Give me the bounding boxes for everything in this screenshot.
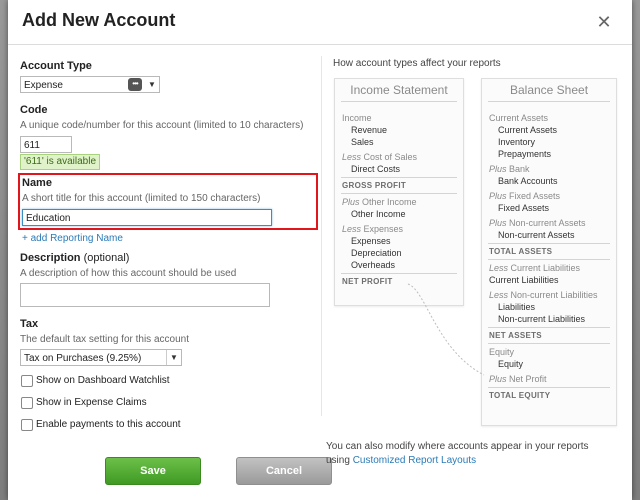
is-income: Income	[342, 113, 372, 123]
dashboard-watchlist-label: Show on Dashboard Watchlist	[36, 375, 170, 386]
bs-plus-net-profit: Plus Net Profit	[489, 374, 547, 384]
tax-hint: The default tax setting for this account	[20, 334, 189, 345]
expense-claims-label: Show in Expense Claims	[36, 397, 147, 408]
balance-sheet-heading: Balance Sheet	[509, 83, 589, 97]
bs-current-liabilities: Current Liabilities	[489, 275, 559, 285]
add-account-dialog: Add New Account ✕ Account Type Expense •…	[8, 0, 632, 500]
description-input[interactable]	[20, 283, 270, 307]
bs-liabilities: Liabilities	[498, 302, 536, 312]
more-options-icon[interactable]: •••	[128, 78, 142, 91]
code-value: 611	[24, 140, 40, 151]
bs-equity-group: Equity	[489, 347, 515, 357]
is-overheads: Overheads	[351, 260, 396, 270]
enable-payments-checkbox[interactable]	[21, 419, 33, 431]
dialog-title: Add New Account	[22, 10, 176, 30]
bs-equity: Equity	[498, 359, 524, 369]
bs-net-assets: NET ASSETS	[489, 331, 542, 340]
chevron-down-icon[interactable]: ▼	[166, 350, 181, 365]
bs-inventory: Inventory	[498, 137, 536, 147]
bs-prepayments: Prepayments	[498, 149, 552, 159]
bs-noncurrent-liabilities: Non-current Liabilities	[498, 314, 586, 324]
close-icon[interactable]: ✕	[594, 12, 614, 32]
customized-report-layouts-link[interactable]: Customized Report Layouts	[353, 455, 476, 466]
chevron-down-icon[interactable]: ▼	[145, 77, 159, 92]
code-hint: A unique code/number for this account (l…	[20, 120, 304, 131]
net-profit-connector	[407, 283, 485, 376]
enable-payments-label: Enable payments to this account	[36, 419, 181, 430]
bs-current-assets-group: Current Assets	[489, 113, 549, 123]
expense-claims-checkbox[interactable]	[21, 397, 33, 409]
save-button[interactable]: Save	[105, 457, 201, 485]
code-label: Code	[20, 104, 48, 116]
code-available-badge: '611' is available	[20, 154, 101, 170]
preview-title: How account types affect your reports	[333, 58, 501, 69]
is-revenue: Revenue	[351, 125, 388, 135]
bs-less-noncurrent-liabilities: Less Non-current Liabilities	[489, 290, 598, 300]
balance-sheet-card: Balance Sheet Current Assets Current Ass…	[481, 78, 617, 426]
is-gross-profit: GROSS PROFIT	[342, 181, 407, 190]
is-expenses: Expenses	[351, 236, 391, 246]
is-net-profit: NET PROFIT	[342, 277, 393, 286]
name-input[interactable]: Education	[22, 209, 272, 226]
bs-plus-noncurrent: Plus Non-current Assets	[489, 218, 586, 228]
add-reporting-name-link[interactable]: + add Reporting Name	[22, 233, 123, 244]
is-other-income: Other Income	[351, 209, 406, 219]
bs-less-current-liabilities: Less Current Liabilities	[489, 263, 581, 273]
description-label: Description (optional)	[20, 252, 130, 264]
is-plus-other: Plus Other Income	[342, 197, 417, 207]
name-label: Name	[22, 177, 52, 189]
income-statement-heading: Income Statement	[350, 83, 448, 97]
preview-footer-line2: using Customized Report Layouts	[326, 455, 477, 466]
tax-value: Tax on Purchases (9.25%)	[24, 353, 142, 364]
bs-fixed-assets: Fixed Assets	[498, 203, 550, 213]
title-divider	[8, 44, 632, 45]
bs-plus-bank: Plus Bank	[489, 164, 530, 174]
name-hint: A short title for this account (limited …	[22, 193, 261, 204]
is-sales: Sales	[351, 137, 374, 147]
tax-label: Tax	[20, 318, 39, 330]
is-direct-costs: Direct Costs	[351, 164, 401, 174]
code-input[interactable]: 611	[20, 136, 72, 153]
is-less-cost: Less Cost of Sales	[342, 152, 418, 162]
income-statement-card: Income Statement Income Revenue Sales Le…	[334, 78, 464, 306]
account-type-label: Account Type	[20, 60, 92, 72]
tax-select[interactable]: Tax on Purchases (9.25%)	[20, 349, 182, 366]
dashboard-watchlist-checkbox[interactable]	[21, 375, 33, 387]
is-depreciation: Depreciation	[351, 248, 402, 258]
cancel-button[interactable]: Cancel	[236, 457, 332, 485]
name-value: Education	[26, 213, 71, 224]
bs-plus-fixed: Plus Fixed Assets	[489, 191, 561, 201]
is-less-expenses: Less Expenses	[342, 224, 404, 234]
column-divider	[321, 56, 322, 416]
preview-footer-line1: You can also modify where accounts appea…	[326, 441, 589, 452]
description-hint: A description of how this account should…	[20, 268, 237, 279]
bs-bank-accounts: Bank Accounts	[498, 176, 558, 186]
bs-current-assets: Current Assets	[498, 125, 558, 135]
account-type-value: Expense	[24, 80, 63, 91]
bs-noncurrent-assets: Non-current Assets	[498, 230, 575, 240]
bs-total-assets: TOTAL ASSETS	[489, 247, 553, 256]
bs-total-equity: TOTAL EQUITY	[489, 391, 551, 400]
